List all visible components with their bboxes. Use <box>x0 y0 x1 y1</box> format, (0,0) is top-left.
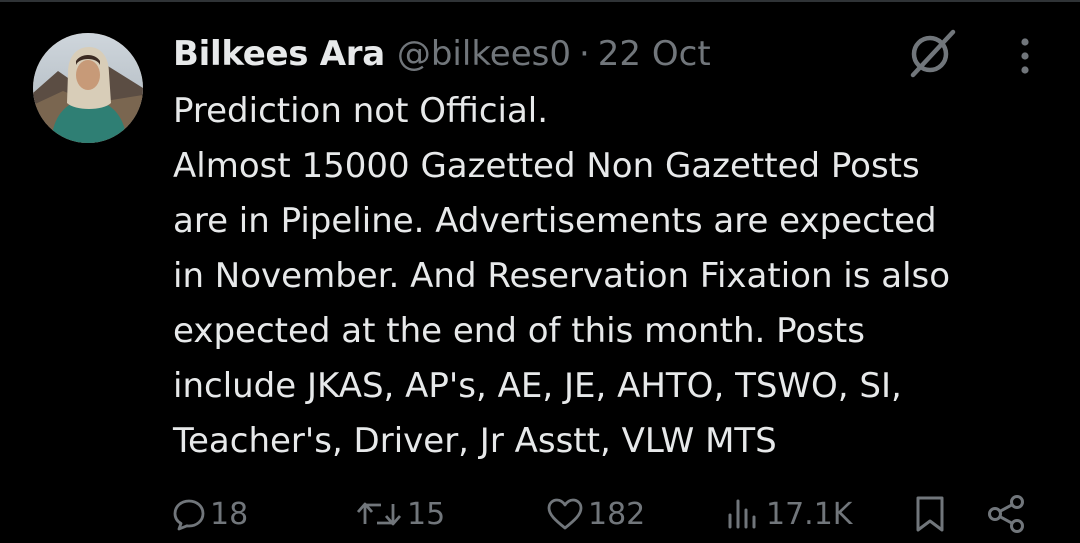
reply-count: 18 <box>210 496 249 532</box>
like-button[interactable]: 182 <box>546 488 645 540</box>
tweet-text-line: are in Pipeline. Advertisements are expe… <box>173 201 937 241</box>
share-icon <box>988 495 1024 533</box>
tweet-text-line: Teacher's, Driver, Jr Asstt, VLW MTS <box>173 421 777 461</box>
tweet-header: Bilkees Ara @bilkees0 · 22 Oct <box>173 30 711 78</box>
bookmark-button[interactable] <box>910 488 950 540</box>
tweet-text-line: Almost 15000 Gazetted Non Gazetted Posts <box>173 146 920 186</box>
like-count: 182 <box>588 496 646 532</box>
tweet-text-line: Prediction not Official. <box>173 91 549 131</box>
tweet-text: Prediction not Official. Almost 15000 Ga… <box>173 84 1053 469</box>
repost-icon <box>356 502 402 526</box>
separator-dot: · <box>578 34 590 74</box>
tweet-text-line: in November. And Reservation Fixation is… <box>173 256 951 296</box>
author-name[interactable]: Bilkees Ara <box>173 34 385 74</box>
divider <box>0 0 1080 2</box>
tweet-text-line: expected at the end of this month. Posts <box>173 311 865 351</box>
views-count: 17.1K <box>766 496 853 532</box>
views-icon <box>728 499 756 529</box>
reply-button[interactable]: 18 <box>172 488 248 540</box>
repost-count: 15 <box>407 496 446 532</box>
grok-icon[interactable] <box>905 28 959 78</box>
views-button[interactable]: 17.1K <box>726 488 852 540</box>
bookmark-icon <box>916 496 944 532</box>
tweet-date[interactable]: 22 Oct <box>598 34 711 74</box>
tweet-text-line: include JKAS, AP's, AE, JE, AHTO, TSWO, … <box>173 366 902 406</box>
heart-icon <box>547 498 583 530</box>
avatar-image <box>33 33 143 143</box>
repost-button[interactable]: 15 <box>355 488 445 540</box>
action-bar: 18 15 182 17.1K <box>0 488 1080 540</box>
share-button[interactable] <box>986 488 1028 540</box>
author-handle[interactable]: @bilkees0 <box>397 34 571 74</box>
more-icon[interactable] <box>1008 34 1042 78</box>
reply-icon <box>173 499 205 531</box>
avatar[interactable] <box>33 33 143 143</box>
